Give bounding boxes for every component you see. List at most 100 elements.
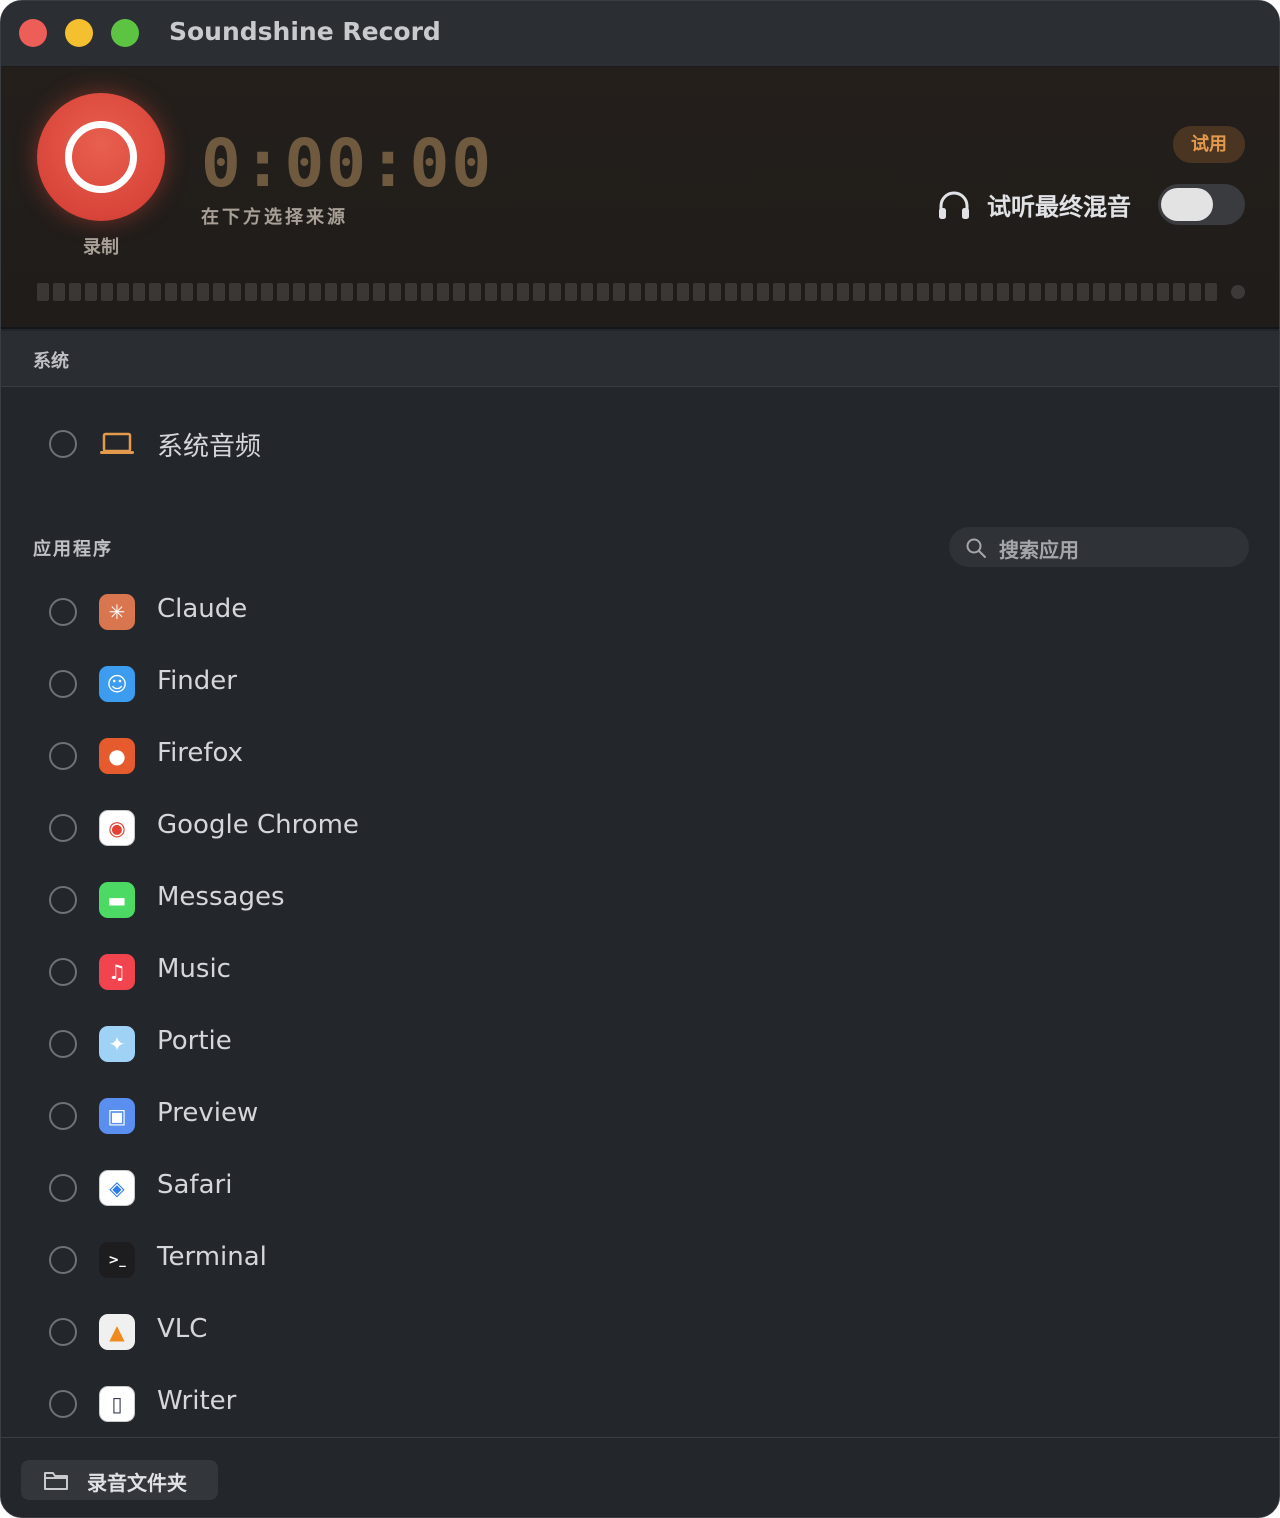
meter-segment bbox=[421, 283, 433, 301]
meter-segment bbox=[437, 283, 449, 301]
preview-icon: ▣ bbox=[99, 1098, 135, 1134]
meter-segment bbox=[565, 283, 577, 301]
app-row[interactable]: ▣ Preview bbox=[1, 1086, 1279, 1146]
meter-segment bbox=[213, 283, 225, 301]
meter-segment bbox=[789, 283, 801, 301]
recordings-folder-label: 录音文件夹 bbox=[87, 1471, 187, 1495]
meter-segment bbox=[181, 283, 193, 301]
meter-segment bbox=[933, 283, 945, 301]
meter-segment bbox=[709, 283, 721, 301]
app-row[interactable]: ♫ Music bbox=[1, 942, 1279, 1002]
app-label: Firefox bbox=[157, 738, 244, 768]
app-label: Preview bbox=[157, 1098, 259, 1128]
trial-badge[interactable]: 试用 bbox=[1173, 126, 1245, 163]
meter-segment bbox=[1093, 283, 1105, 301]
meter-segment bbox=[277, 283, 289, 301]
finder-icon: ☺ bbox=[99, 666, 135, 702]
timer-hint: 在下方选择来源 bbox=[201, 207, 348, 228]
meter-segment bbox=[261, 283, 273, 301]
meter-segment bbox=[389, 283, 401, 301]
meter-segment bbox=[293, 283, 305, 301]
claude-icon: ✳ bbox=[99, 594, 135, 630]
app-row[interactable]: ▬ Messages bbox=[1, 870, 1279, 930]
meter-segment bbox=[405, 283, 417, 301]
window-title: Soundshine Record bbox=[169, 17, 441, 46]
record-button[interactable] bbox=[37, 93, 165, 221]
close-window-button[interactable] bbox=[19, 19, 47, 47]
app-radio[interactable] bbox=[49, 1174, 77, 1202]
meter-segment bbox=[549, 283, 561, 301]
meter-segment bbox=[197, 283, 209, 301]
app-search-field[interactable]: 搜索应用 bbox=[949, 527, 1249, 567]
firefox-icon: ● bbox=[99, 738, 135, 774]
meter-segment bbox=[453, 283, 465, 301]
meter-segment bbox=[1029, 283, 1041, 301]
level-meter bbox=[37, 283, 1217, 301]
app-radio[interactable] bbox=[49, 886, 77, 914]
app-radio[interactable] bbox=[49, 598, 77, 626]
app-row[interactable]: ◉ Google Chrome bbox=[1, 798, 1279, 858]
meter-segment bbox=[325, 283, 337, 301]
app-radio[interactable] bbox=[49, 1390, 77, 1418]
meter-segment bbox=[741, 283, 753, 301]
footer-bar: 录音文件夹 bbox=[1, 1437, 1279, 1517]
meter-segment bbox=[309, 283, 321, 301]
monitor-mix-label: 试听最终混音 bbox=[987, 193, 1131, 221]
app-radio[interactable] bbox=[49, 1318, 77, 1346]
apps-section-title: 应用程序 bbox=[33, 539, 113, 560]
app-row[interactable]: ● Firefox bbox=[1, 726, 1279, 786]
app-radio[interactable] bbox=[49, 1030, 77, 1058]
app-row[interactable]: ✳ Claude bbox=[1, 582, 1279, 642]
source-row-system-audio[interactable]: 系统音频 bbox=[1, 414, 1279, 474]
terminal-icon: >_ bbox=[99, 1242, 135, 1278]
app-radio[interactable] bbox=[49, 958, 77, 986]
elapsed-timer: 0:00:00 bbox=[201, 125, 494, 202]
app-radio[interactable] bbox=[49, 1246, 77, 1274]
meter-segment bbox=[357, 283, 369, 301]
meter-segment bbox=[853, 283, 865, 301]
search-icon bbox=[966, 538, 986, 558]
app-row[interactable]: >_ Terminal bbox=[1, 1230, 1279, 1290]
meter-segment bbox=[1157, 283, 1169, 301]
toggle-knob bbox=[1161, 188, 1213, 221]
app-row[interactable]: ◈ Safari bbox=[1, 1158, 1279, 1218]
source-radio[interactable] bbox=[49, 430, 77, 458]
meter-segment bbox=[1141, 283, 1153, 301]
monitor-mix-toggle[interactable] bbox=[1158, 184, 1245, 225]
app-radio[interactable] bbox=[49, 742, 77, 770]
meter-segment bbox=[1077, 283, 1089, 301]
app-row[interactable]: ▯ Writer bbox=[1, 1374, 1279, 1434]
app-row[interactable]: ✦ Portie bbox=[1, 1014, 1279, 1074]
meter-segment bbox=[1045, 283, 1057, 301]
system-section-header: 系统 bbox=[1, 331, 1279, 387]
meter-segment bbox=[629, 283, 641, 301]
meter-segment bbox=[37, 283, 49, 301]
app-radio[interactable] bbox=[49, 814, 77, 842]
meter-segment bbox=[341, 283, 353, 301]
meter-segment bbox=[869, 283, 881, 301]
zoom-window-button[interactable] bbox=[111, 19, 139, 47]
safari-icon: ◈ bbox=[99, 1170, 135, 1206]
meter-segment bbox=[757, 283, 769, 301]
meter-segment bbox=[805, 283, 817, 301]
meter-segment bbox=[245, 283, 257, 301]
app-row[interactable]: ▲ VLC bbox=[1, 1302, 1279, 1362]
meter-segment bbox=[885, 283, 897, 301]
meter-segment bbox=[837, 283, 849, 301]
meter-segment bbox=[149, 283, 161, 301]
meter-segment bbox=[821, 283, 833, 301]
meter-segment bbox=[1173, 283, 1185, 301]
meter-segment bbox=[485, 283, 497, 301]
minimize-window-button[interactable] bbox=[65, 19, 93, 47]
meter-segment bbox=[1109, 283, 1121, 301]
app-radio[interactable] bbox=[49, 670, 77, 698]
recordings-folder-button[interactable]: 录音文件夹 bbox=[21, 1460, 218, 1500]
record-label: 录制 bbox=[83, 237, 119, 258]
app-label: Terminal bbox=[157, 1242, 267, 1272]
meter-segment bbox=[597, 283, 609, 301]
app-radio[interactable] bbox=[49, 1102, 77, 1130]
meter-segment bbox=[581, 283, 593, 301]
meter-segment bbox=[501, 283, 513, 301]
meter-segment bbox=[981, 283, 993, 301]
app-row[interactable]: ☺ Finder bbox=[1, 654, 1279, 714]
